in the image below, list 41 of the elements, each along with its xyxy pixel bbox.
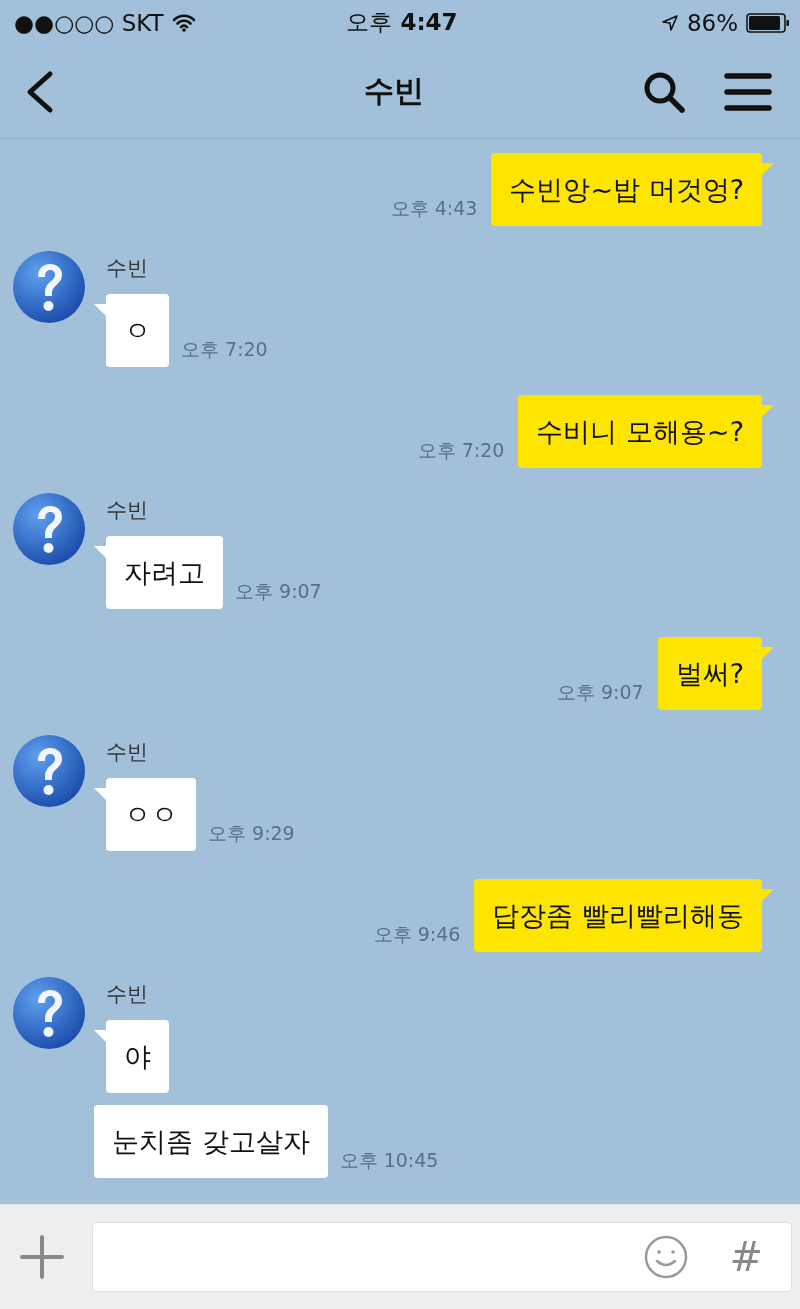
bubble-tail — [762, 405, 774, 417]
bubble-tail — [762, 647, 774, 659]
received-message-bubble: ㅇㅇ — [106, 778, 196, 851]
location-arrow-icon — [660, 13, 679, 32]
received-message-bubble: 야 — [106, 1020, 169, 1093]
clock-label: 오후 4:47 — [346, 8, 458, 37]
message-time: 오후 9:29 — [208, 821, 295, 846]
sent-message-bubble: 답장좀 빨리빨리해동 — [474, 879, 762, 952]
emoji-icon[interactable] — [643, 1234, 690, 1280]
message-time: 오후 4:43 — [390, 196, 478, 221]
avatar-icon[interactable] — [12, 976, 86, 1050]
received-message-bubble: ㅇ — [106, 294, 169, 367]
received-message-bubble: 눈치좀 갖고살자 — [94, 1105, 328, 1178]
battery-icon — [746, 12, 790, 33]
sent-message-bubble: 수빈앙~밥 머것엉? — [491, 153, 762, 226]
add-button[interactable] — [18, 1233, 66, 1281]
avatar-icon[interactable] — [12, 734, 86, 808]
avatar-icon[interactable] — [12, 492, 86, 566]
hashtag-button[interactable]: # — [729, 1234, 763, 1280]
sent-message-bubble: 벌써? — [657, 637, 762, 710]
carrier-label: ●●○○○ SKT — [14, 9, 164, 36]
message-time: 오후 7:20 — [417, 438, 505, 463]
bubble-tail — [762, 163, 774, 175]
message-time: 오후 9:07 — [556, 680, 644, 705]
message-input-field[interactable]: # — [92, 1222, 792, 1292]
sender-name: 수빈 — [106, 497, 149, 524]
sent-message-bubble: 수비니 모해용~? — [518, 395, 762, 468]
wifi-icon — [171, 13, 196, 32]
sender-name: 수빈 — [106, 255, 149, 282]
battery-percent: 86% — [686, 9, 738, 36]
menu-button[interactable] — [724, 71, 772, 112]
message-time: 오후 10:45 — [339, 1148, 439, 1173]
sender-name: 수빈 — [106, 981, 149, 1008]
avatar-icon[interactable] — [12, 250, 86, 324]
message-time: 오후 9:46 — [373, 922, 461, 947]
message-time: 오후 9:07 — [235, 579, 322, 604]
chat-title: 수빈 — [364, 72, 424, 110]
sender-name: 수빈 — [106, 739, 149, 766]
received-message-bubble: 자려고 — [106, 536, 223, 609]
message-time: 오후 7:20 — [181, 337, 268, 362]
bubble-tail — [762, 889, 774, 901]
